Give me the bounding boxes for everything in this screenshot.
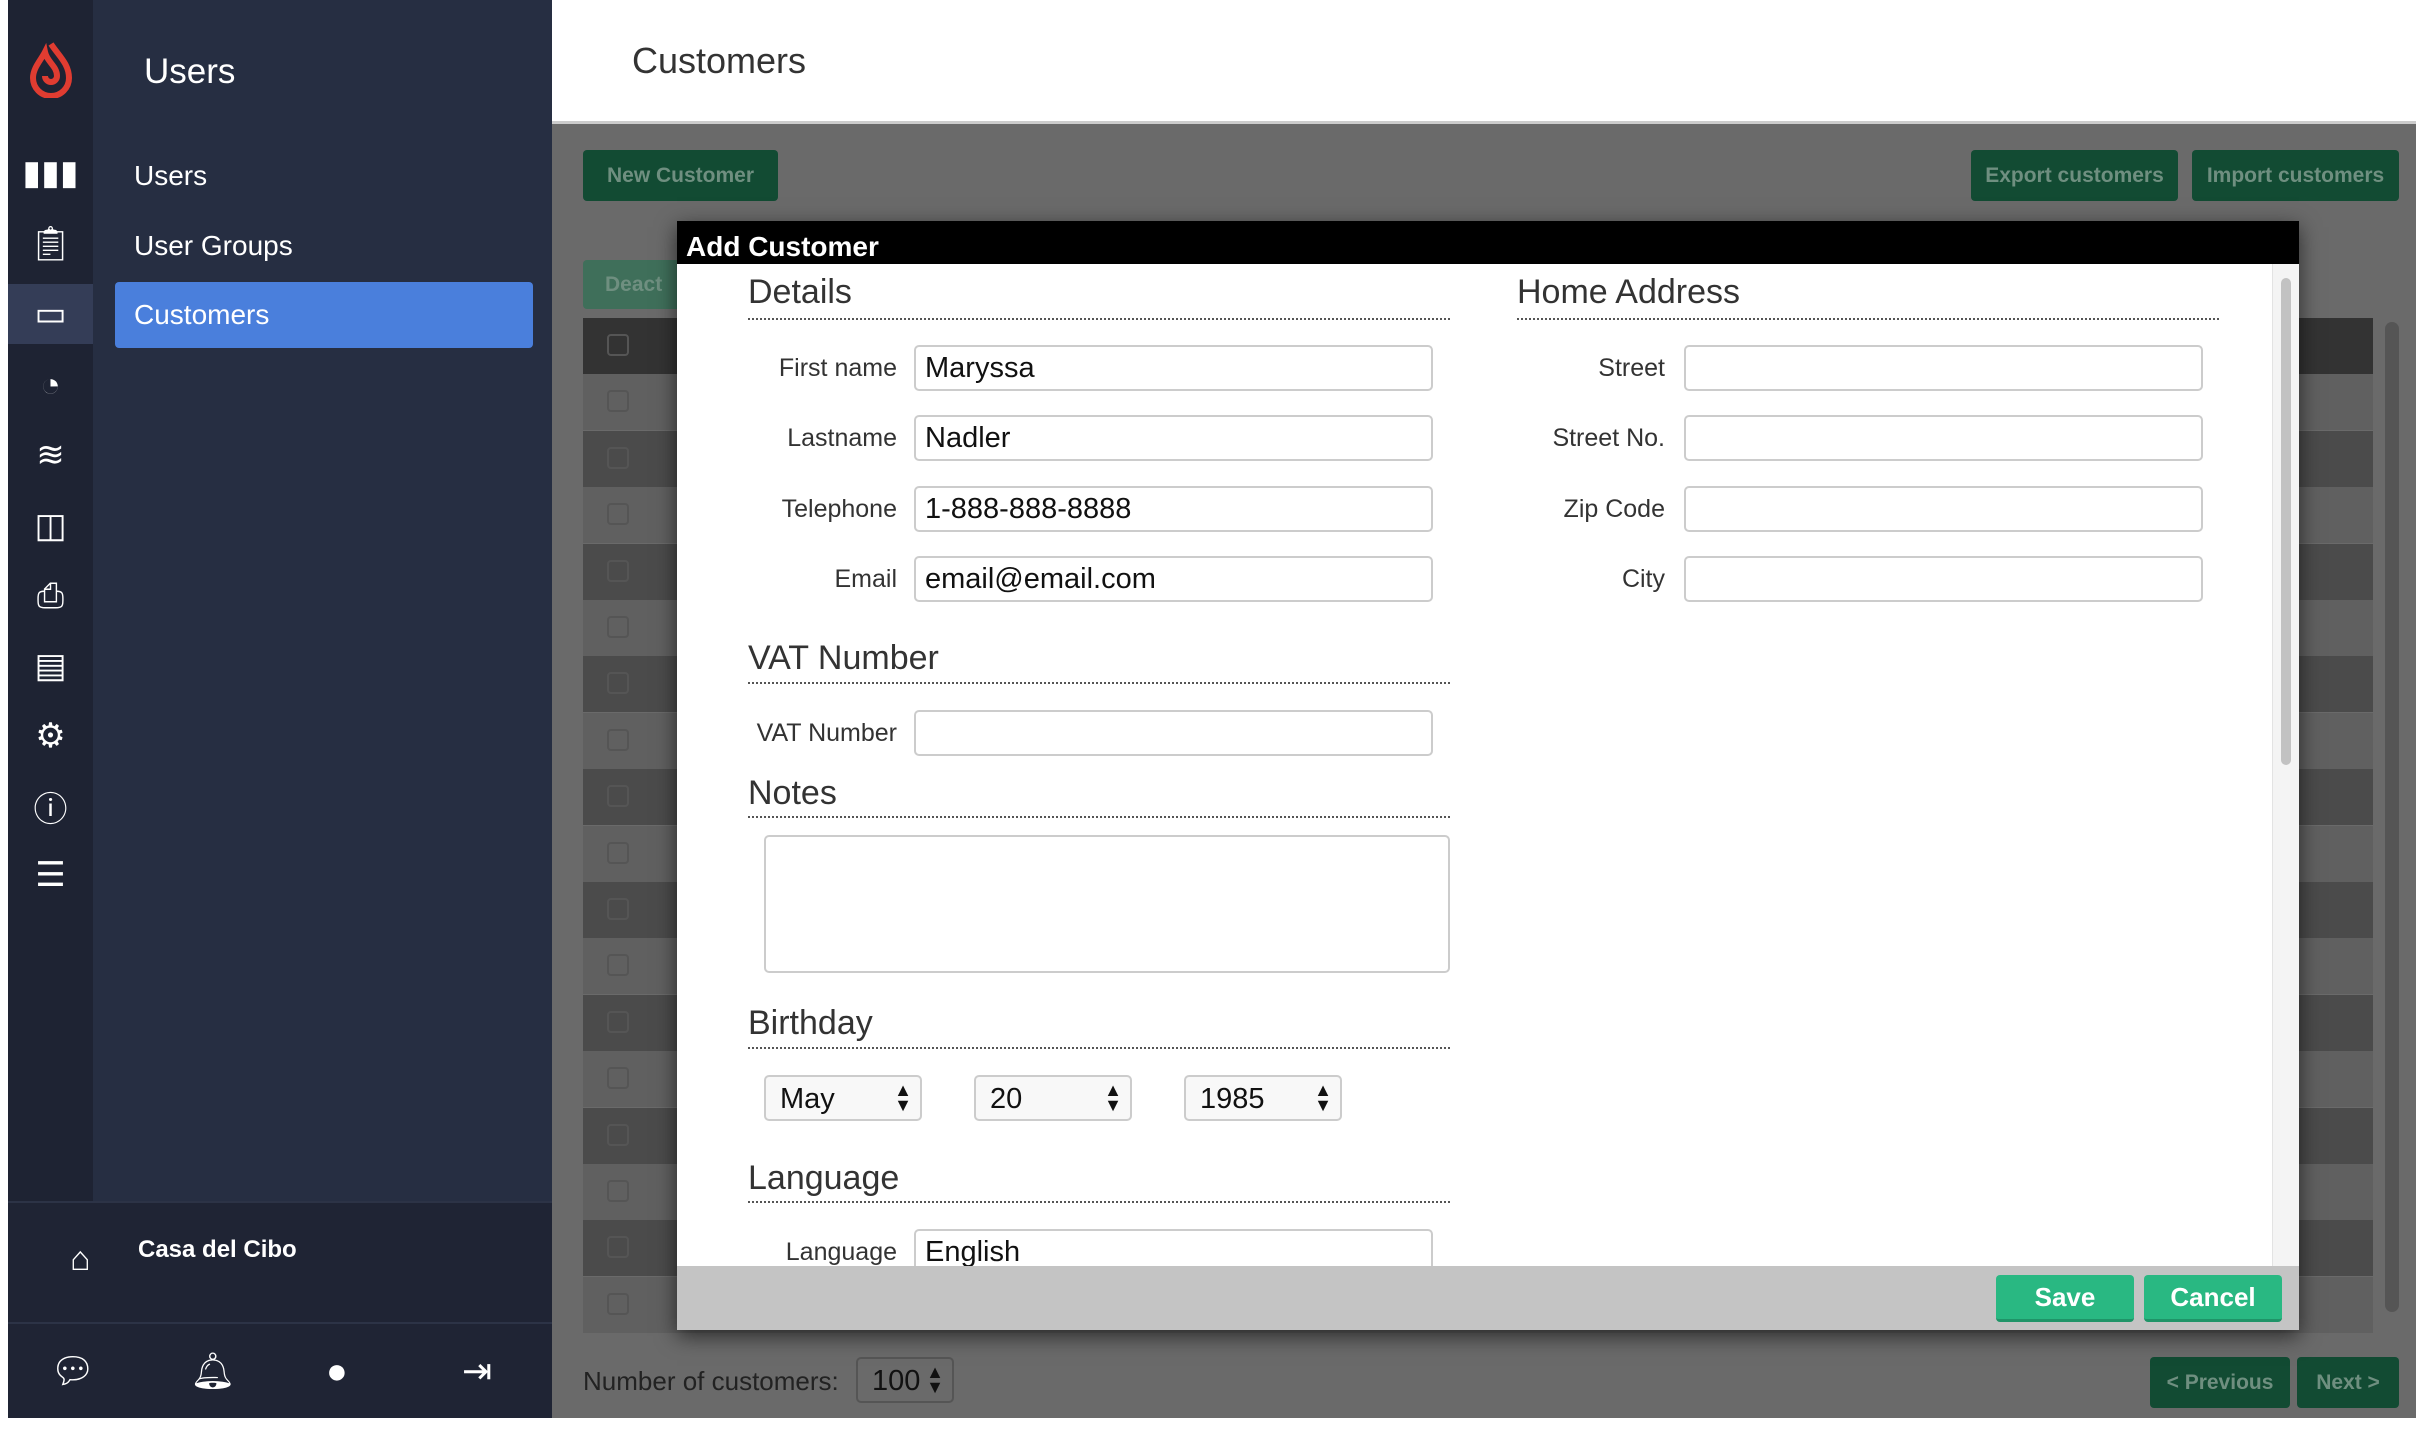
divider bbox=[748, 318, 1450, 320]
street-label: Street bbox=[1598, 354, 1665, 382]
import-customers-button[interactable]: Import customers bbox=[2192, 150, 2399, 201]
city-input[interactable] bbox=[1684, 556, 2203, 602]
divider bbox=[748, 1047, 1450, 1049]
telephone-input[interactable] bbox=[914, 486, 1433, 532]
save-button[interactable]: Save bbox=[1996, 1275, 2134, 1322]
city-label: City bbox=[1621, 565, 1665, 593]
zip-code-label: Zip Code bbox=[1563, 495, 1665, 523]
birthday-day-select[interactable]: 20 ▲ ▼ bbox=[974, 1075, 1132, 1121]
zip-code-input[interactable] bbox=[1684, 486, 2203, 532]
row-checkbox[interactable] bbox=[607, 559, 629, 582]
restaurant-icon[interactable]: ◔ bbox=[8, 355, 93, 415]
home-address-heading: Home Address bbox=[1517, 273, 1740, 311]
customer-count-select[interactable]: 100 ▲ ▼ bbox=[856, 1357, 954, 1403]
previous-button[interactable]: < Previous bbox=[2150, 1357, 2290, 1408]
street-no-input[interactable] bbox=[1684, 415, 2203, 461]
store-icon: ⌂ bbox=[70, 1240, 91, 1278]
first-name-label: First name bbox=[778, 354, 897, 382]
cancel-button[interactable]: Cancel bbox=[2144, 1275, 2282, 1322]
email-input[interactable] bbox=[914, 556, 1433, 602]
row-checkbox[interactable] bbox=[607, 334, 629, 356]
sidebar-item-user-groups[interactable]: User Groups bbox=[115, 213, 533, 279]
page-header: Customers bbox=[552, 0, 2416, 124]
sidebar-title: Users bbox=[144, 52, 236, 91]
telephone-label: Telephone bbox=[781, 495, 897, 523]
vat-label: VAT Number bbox=[756, 719, 897, 747]
bell-icon[interactable]: 🔔︎ bbox=[190, 1350, 236, 1392]
language-heading: Language bbox=[748, 1159, 900, 1197]
row-checkbox[interactable] bbox=[607, 446, 629, 469]
email-label: Email bbox=[834, 565, 897, 593]
chat-icon[interactable]: 💬︎ bbox=[50, 1350, 96, 1392]
details-heading: Details bbox=[748, 273, 852, 311]
divider bbox=[748, 682, 1450, 684]
dialog-title: Add Customer bbox=[677, 221, 2299, 264]
export-customers-button[interactable]: Export customers bbox=[1971, 150, 2178, 201]
birthday-heading: Birthday bbox=[748, 1004, 873, 1042]
notes-heading: Notes bbox=[748, 774, 837, 812]
first-name-input[interactable] bbox=[914, 345, 1433, 391]
street-input[interactable] bbox=[1684, 345, 2203, 391]
lastname-label: Lastname bbox=[787, 424, 897, 452]
help-icon[interactable]: ⓘ bbox=[8, 776, 93, 836]
customer-card-icon[interactable]: ▭ bbox=[8, 284, 93, 344]
row-checkbox[interactable] bbox=[607, 1123, 629, 1146]
row-checkbox[interactable] bbox=[607, 1180, 629, 1202]
birthday-year-select[interactable]: 1985 ▲ ▼ bbox=[1184, 1075, 1342, 1121]
vat-input[interactable] bbox=[914, 710, 1433, 756]
table-scrollbar[interactable] bbox=[2385, 322, 2399, 1312]
customer-count-value: 100 bbox=[872, 1365, 921, 1397]
row-checkbox[interactable] bbox=[607, 898, 629, 920]
payment-icon[interactable]: ▤ bbox=[8, 636, 93, 696]
row-checkbox[interactable] bbox=[607, 785, 629, 808]
layers-icon[interactable]: ≋ bbox=[8, 425, 93, 485]
street-no-label: Street No. bbox=[1552, 424, 1665, 452]
birthday-month-select[interactable]: May ▲ ▼ bbox=[764, 1075, 922, 1121]
row-checkbox[interactable] bbox=[607, 390, 629, 413]
logo-icon[interactable] bbox=[8, 40, 93, 100]
row-checkbox[interactable] bbox=[607, 672, 629, 695]
year-value: 1985 bbox=[1200, 1083, 1265, 1115]
list-icon[interactable]: ☰ bbox=[8, 845, 93, 905]
divider bbox=[1517, 318, 2219, 320]
sidebar-item-customers[interactable]: Customers bbox=[115, 282, 533, 348]
store-name[interactable]: Casa del Cibo bbox=[138, 1236, 297, 1264]
devices-icon[interactable]: ◫ bbox=[8, 496, 93, 556]
month-value: May bbox=[780, 1083, 835, 1115]
row-checkbox[interactable] bbox=[607, 1292, 629, 1315]
divider bbox=[748, 1201, 1450, 1203]
row-checkbox[interactable] bbox=[607, 1067, 629, 1090]
row-checkbox[interactable] bbox=[607, 616, 629, 638]
next-button[interactable]: Next > bbox=[2297, 1357, 2399, 1408]
add-customer-dialog: Add Customer Details First name Lastname… bbox=[677, 221, 2299, 1330]
row-checkbox[interactable] bbox=[607, 1236, 629, 1259]
customer-count-label: Number of customers: bbox=[583, 1366, 839, 1396]
row-checkbox[interactable] bbox=[607, 728, 629, 751]
clipboard-icon[interactable]: 📋︎ bbox=[8, 214, 93, 274]
row-checkbox[interactable] bbox=[607, 1010, 629, 1033]
dialog-scrollbar-track[interactable] bbox=[2272, 264, 2299, 1266]
vat-heading: VAT Number bbox=[748, 639, 939, 677]
notes-textarea[interactable] bbox=[764, 835, 1450, 973]
user-icon[interactable]: ● bbox=[326, 1350, 348, 1392]
day-value: 20 bbox=[990, 1083, 1023, 1115]
page-title: Customers bbox=[632, 40, 807, 81]
printer-icon[interactable]: ⎙ bbox=[8, 566, 93, 626]
dialog-scrollbar-thumb[interactable] bbox=[2281, 278, 2291, 765]
reports-icon[interactable]: ▮▮▮ bbox=[8, 143, 93, 203]
gear-icon[interactable]: ⚙ bbox=[8, 706, 93, 766]
lastname-input[interactable] bbox=[914, 415, 1433, 461]
row-checkbox[interactable] bbox=[607, 954, 629, 977]
sidebar-item-users[interactable]: Users bbox=[115, 143, 533, 209]
row-checkbox[interactable] bbox=[607, 841, 629, 864]
row-checkbox[interactable] bbox=[607, 503, 629, 526]
language-label: Language bbox=[785, 1238, 897, 1266]
divider bbox=[748, 816, 1450, 818]
new-customer-button[interactable]: New Customer bbox=[583, 150, 778, 201]
logout-icon[interactable]: ⇥ bbox=[462, 1350, 492, 1392]
